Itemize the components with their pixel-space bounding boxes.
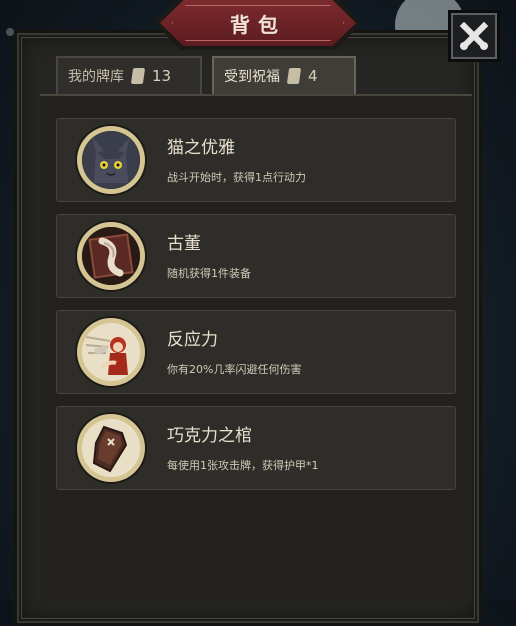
card-icon — [286, 68, 302, 84]
list-item[interactable]: 古董 随机获得1件装备 — [56, 214, 456, 298]
dodge-icon — [82, 323, 140, 381]
tab-my-deck-label: 我的牌库 — [68, 69, 124, 85]
antique-scroll-icon — [82, 227, 140, 285]
item-name: 猫之优雅 — [167, 138, 235, 158]
item-description: 战斗开始时，获得1点行动力 — [167, 171, 306, 184]
item-name: 巧克力之棺 — [167, 426, 252, 446]
list-item[interactable]: 反应力 你有20%几率闪避任何伤害 — [56, 310, 456, 394]
tab-blessings-label: 受到祝福 — [224, 69, 280, 85]
close-icon — [459, 21, 489, 51]
title-banner-border — [172, 5, 344, 41]
portrait — [77, 222, 145, 290]
item-description: 随机获得1件装备 — [167, 267, 251, 280]
tab-my-deck-count: 13 — [152, 67, 172, 85]
tab-my-deck[interactable]: 我的牌库 13 — [56, 56, 202, 94]
portrait — [77, 126, 145, 194]
portrait — [77, 414, 145, 482]
tab-blessings[interactable]: 受到祝福 4 — [212, 56, 356, 94]
card-icon — [130, 68, 146, 84]
tab-blessings-count: 4 — [308, 67, 318, 85]
item-name: 古董 — [167, 234, 201, 254]
item-description: 你有20%几率闪避任何伤害 — [167, 363, 302, 376]
star-decoration — [6, 28, 14, 36]
close-button[interactable] — [448, 10, 500, 62]
item-description: 每使用1张攻击牌，获得护甲*1 — [167, 459, 319, 472]
cat-icon — [82, 131, 140, 189]
coffin-icon — [82, 419, 140, 477]
list-item[interactable]: 猫之优雅 战斗开始时，获得1点行动力 — [56, 118, 456, 202]
list-item[interactable]: 巧克力之棺 每使用1张攻击牌，获得护甲*1 — [56, 406, 456, 490]
item-name: 反应力 — [167, 330, 218, 350]
portrait — [77, 318, 145, 386]
